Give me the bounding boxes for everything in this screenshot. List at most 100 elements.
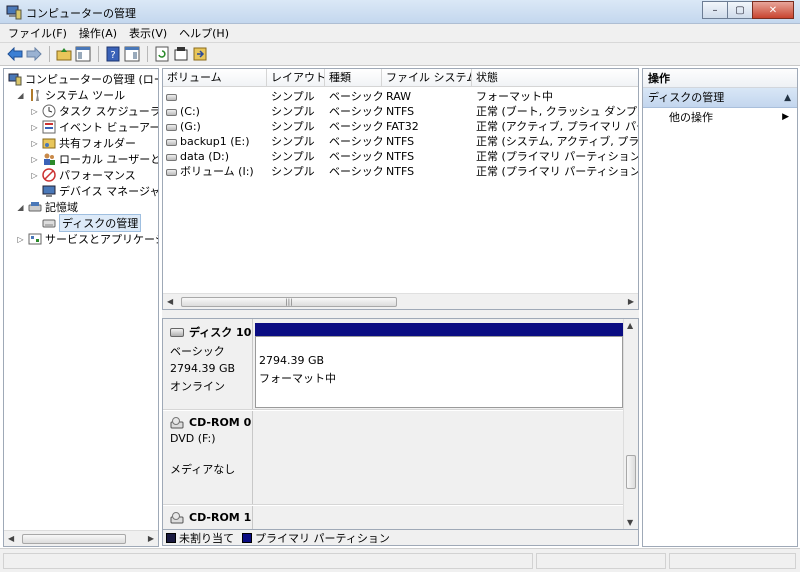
tree-item-local-users-groups[interactable]: ▷ ローカル ユーザーとグループ [30, 151, 158, 167]
collapse-up-icon[interactable]: ▲ [784, 88, 791, 108]
tree-item-computer-management[interactable]: コンピューターの管理 (ローカル) [8, 71, 158, 87]
partition-block[interactable]: 2794.39 GB フォーマット中 [255, 323, 623, 408]
cd-rom-icon [170, 416, 184, 428]
scroll-grip-icon: ||| [285, 298, 293, 306]
disk-info[interactable]: CD-ROM 0 DVD (F:) メディアなし [163, 411, 253, 504]
menu-file[interactable]: ファイル(F) [8, 25, 67, 41]
scroll-right-icon[interactable]: ▶ [148, 534, 154, 543]
tree-item-performance[interactable]: ▷ パフォーマンス [30, 167, 136, 183]
local-users-icon [44, 153, 55, 165]
scroll-thumb[interactable]: ||| [181, 297, 397, 307]
scroll-thumb[interactable] [22, 534, 126, 544]
scroll-left-icon[interactable]: ◀ [167, 297, 173, 306]
disk-state: メディアなし [170, 463, 236, 476]
menu-bar: ファイル(F) 操作(A) 表示(V) ヘルプ(H) [0, 24, 800, 43]
disk-row-disk-10[interactable]: ディスク 10 ベーシック 2794.39 GB オンライン 2794.39 G… [163, 319, 625, 410]
collapsed-toggle-icon[interactable]: ▷ [30, 171, 39, 180]
toolbar-separator [147, 46, 148, 62]
tree-item-system-tools[interactable]: ◢ システム ツール [16, 87, 125, 103]
tree-item-task-scheduler[interactable]: ▷ タスク スケジューラ [30, 103, 158, 119]
volume-filesystem: NTFS [386, 135, 415, 148]
volume-status: 正常 (システム, アクティブ, プライマリ [476, 135, 639, 148]
title-bar: コンピューターの管理 – ▢ ✕ [0, 0, 800, 24]
tree-item-services-applications[interactable]: ▷ サービスとアプリケーション [16, 231, 158, 247]
volume-name: backup1 (E:) [180, 135, 250, 148]
scroll-right-icon[interactable]: ▶ [628, 297, 634, 306]
tree-item-event-viewer[interactable]: ▷ イベント ビューアー [30, 119, 158, 135]
partition-body[interactable]: 2794.39 GB フォーマット中 [255, 336, 623, 408]
disk-info[interactable]: CD-ROM 1 [163, 506, 253, 529]
volume-name: data (D:) [180, 150, 230, 163]
column-header-volume[interactable]: ボリューム [163, 69, 267, 87]
menu-help[interactable]: ヘルプ(H) [179, 25, 229, 41]
volume-list-horizontal-scrollbar[interactable]: ◀ ||| ▶ [163, 293, 638, 309]
disk-info[interactable]: ディスク 10 ベーシック 2794.39 GB オンライン [163, 319, 253, 409]
status-segment [3, 553, 533, 569]
expanded-toggle-icon[interactable]: ◢ [16, 203, 25, 212]
up-folder-icon [56, 48, 72, 61]
pane-splitter[interactable] [162, 310, 639, 318]
disk-view-vertical-scrollbar[interactable]: ▲ ▼ [623, 319, 638, 529]
volume-layout: シンプル [271, 135, 315, 148]
actions-section-label: ディスクの管理 [648, 91, 725, 104]
help-button[interactable]: ? [104, 45, 122, 63]
tree-item-label: 記憶域 [45, 201, 78, 214]
column-header-status[interactable]: 状態 [472, 69, 638, 87]
minimize-icon: – [712, 4, 718, 16]
show-hide-action-pane-button[interactable] [123, 45, 141, 63]
disk-graphical-view[interactable]: ディスク 10 ベーシック 2794.39 GB オンライン 2794.39 G… [162, 318, 639, 530]
volume-name: ボリューム (I:) [180, 165, 254, 178]
column-header-layout[interactable]: レイアウト [267, 69, 325, 87]
disk-row-cd-rom-0[interactable]: CD-ROM 0 DVD (F:) メディアなし [163, 411, 625, 505]
actions-section-disk-management[interactable]: ディスクの管理 ▲ [643, 88, 797, 108]
table-row[interactable]: (G:) シンプル ベーシック FAT32 正常 (アクティブ, プライマリ パ… [163, 119, 638, 134]
table-row[interactable]: シンプル ベーシック RAW フォーマット中 [163, 89, 638, 104]
show-hide-tree-button[interactable] [74, 45, 92, 63]
device-manager-icon [42, 185, 56, 197]
properties-button[interactable] [172, 45, 190, 63]
column-header-filesystem[interactable]: ファイル システム [382, 69, 472, 87]
tree-item-shared-folders[interactable]: ▷ 共有フォルダー [30, 135, 136, 151]
forward-button[interactable] [25, 45, 43, 63]
tree-item-storage[interactable]: ◢ 記憶域 [16, 199, 78, 215]
maximize-button[interactable]: ▢ [727, 1, 753, 19]
collapsed-toggle-icon[interactable]: ▷ [30, 107, 39, 116]
volume-layout: シンプル [271, 105, 315, 118]
column-header-type[interactable]: 種類 [325, 69, 382, 87]
table-row[interactable]: ボリューム (I:) シンプル ベーシック NTFS 正常 (プライマリ パーテ… [163, 164, 638, 179]
collapsed-toggle-icon[interactable]: ▷ [30, 155, 39, 164]
scroll-left-icon[interactable]: ◀ [8, 534, 14, 543]
collapsed-toggle-icon[interactable]: ▷ [30, 139, 39, 148]
collapsed-toggle-icon[interactable]: ▷ [16, 235, 25, 244]
actions-item-more-actions[interactable]: 他の操作 ▶ [643, 108, 797, 127]
performance-icon [42, 168, 56, 182]
disk-row-cd-rom-1[interactable]: CD-ROM 1 [163, 506, 625, 529]
close-button[interactable]: ✕ [752, 1, 794, 19]
tree-item-label: サービスとアプリケーション [45, 233, 158, 246]
export-button[interactable] [191, 45, 209, 63]
expanded-toggle-icon[interactable]: ◢ [16, 91, 25, 100]
back-button[interactable] [6, 45, 24, 63]
table-row[interactable]: data (D:) シンプル ベーシック NTFS 正常 (プライマリ パーティ… [163, 149, 638, 164]
scroll-up-icon[interactable]: ▲ [627, 321, 633, 330]
scroll-thumb[interactable] [626, 455, 636, 489]
refresh-button[interactable] [153, 45, 171, 63]
tree-item-disk-management[interactable]: ディスクの管理 [42, 214, 142, 232]
table-row[interactable]: backup1 (E:) シンプル ベーシック NTFS 正常 (システム, ア… [163, 134, 638, 149]
refresh-icon [155, 46, 169, 62]
volume-list[interactable]: ボリューム レイアウト 種類 ファイル システム 状態 シンプル ベーシック R… [162, 68, 639, 310]
maximize-icon: ▢ [735, 4, 745, 16]
tree-item-device-manager[interactable]: デバイス マネージャー [42, 183, 158, 199]
scroll-down-icon[interactable]: ▼ [627, 518, 633, 527]
tree-item-label: システム ツール [45, 89, 126, 102]
menu-view[interactable]: 表示(V) [129, 25, 167, 41]
minimize-button[interactable]: – [702, 1, 728, 19]
table-row[interactable]: (C:) シンプル ベーシック NTFS 正常 (ブート, クラッシュ ダンプ,… [163, 104, 638, 119]
hard-disk-icon [170, 327, 184, 337]
volume-type: ベーシック [329, 105, 382, 118]
collapsed-toggle-icon[interactable]: ▷ [30, 123, 39, 132]
console-tree[interactable]: コンピューターの管理 (ローカル) ◢ システム ツール ▷ タスク スケジュー… [3, 68, 159, 547]
tree-horizontal-scrollbar[interactable]: ◀ ▶ [4, 530, 158, 546]
up-folder-button[interactable] [55, 45, 73, 63]
menu-action[interactable]: 操作(A) [79, 25, 117, 41]
